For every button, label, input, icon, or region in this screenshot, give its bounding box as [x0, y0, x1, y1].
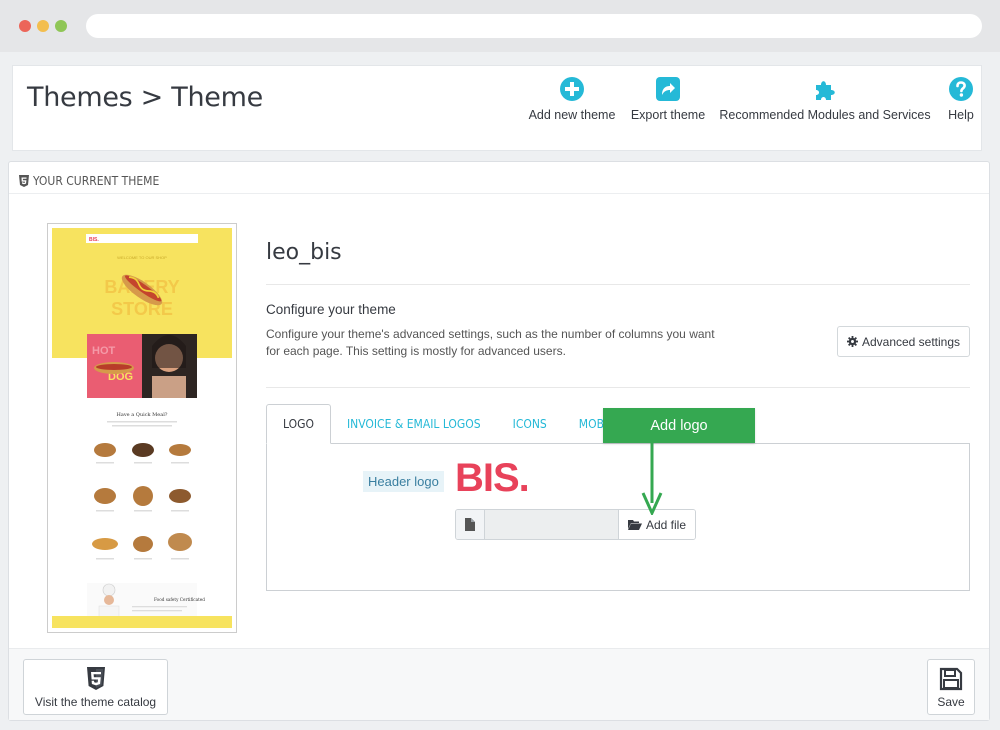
- preview-section-title: Have a Quick Meal?: [117, 412, 168, 418]
- export-theme-label: Export theme: [630, 108, 706, 122]
- preview-promo-line1: HOT: [92, 345, 116, 357]
- address-bar[interactable]: [86, 14, 982, 38]
- configure-description: Configure your theme's advanced settings…: [266, 327, 715, 358]
- advanced-settings-label: Advanced settings: [861, 334, 961, 349]
- minimize-window-dot[interactable]: [37, 20, 49, 32]
- recommended-modules-label: Recommended Modules and Services: [719, 108, 931, 122]
- arrow-down-icon: [641, 443, 663, 515]
- export-theme-button[interactable]: Export theme: [627, 76, 709, 122]
- plus-circle-icon: [560, 77, 584, 101]
- close-window-dot[interactable]: [19, 20, 31, 32]
- add-file-label: Add file: [645, 517, 687, 532]
- add-new-theme-label: Add new theme: [528, 108, 616, 122]
- tab-logo[interactable]: LOGO: [266, 404, 331, 444]
- visit-theme-catalog-label: Visit the theme catalog: [34, 695, 157, 709]
- panel-footer: Visit the theme catalog Save: [9, 648, 989, 720]
- panel-heading: YOUR CURRENT THEME: [9, 162, 989, 194]
- tab-invoice-email-logos[interactable]: INVOICE & EMAIL LOGOS: [331, 404, 497, 444]
- help-button[interactable]: Help: [941, 76, 981, 122]
- add-logo-callout: Add logo: [603, 408, 755, 443]
- file-icon: [465, 518, 475, 531]
- floppy-disk-icon: [939, 667, 963, 691]
- folder-open-icon: [627, 520, 642, 530]
- tab-icons[interactable]: ICONS: [497, 404, 563, 444]
- configure-title: Configure your theme: [266, 302, 396, 317]
- preview-footer-title: Food safety Certificated: [154, 597, 205, 602]
- logo-tabs: LOGO INVOICE & EMAIL LOGOS ICONS MOBILE: [266, 404, 636, 444]
- preview-hero-line2: STORE: [111, 299, 173, 319]
- header-logo-image: BIS.: [455, 456, 530, 500]
- html5-icon: [19, 175, 29, 187]
- divider: [266, 284, 970, 285]
- advanced-settings-button[interactable]: Advanced settings: [837, 326, 970, 357]
- browser-chrome: [0, 0, 1000, 52]
- preview-hero-small: WELCOME TO OUR SHOP: [117, 255, 167, 260]
- theme-name: leo_bis: [266, 240, 342, 265]
- save-label: Save: [937, 695, 965, 709]
- recommended-modules-button[interactable]: Recommended Modules and Services: [717, 76, 933, 122]
- panel-heading-label: YOUR CURRENT THEME: [33, 174, 160, 188]
- help-label: Help: [948, 108, 974, 122]
- share-square-icon: [656, 77, 680, 101]
- file-name-input[interactable]: [485, 510, 619, 539]
- page-title: Themes > Theme: [27, 82, 263, 113]
- puzzle-piece-icon: [816, 81, 835, 100]
- save-button[interactable]: Save: [927, 659, 975, 715]
- question-circle-icon: [949, 77, 973, 101]
- divider: [266, 387, 970, 388]
- theme-preview-image: BIS. WELCOME TO OUR SHOP BAKERY STORE HO…: [52, 228, 232, 628]
- html5-icon: [86, 667, 105, 690]
- page-header: Themes > Theme Add new theme Export them…: [12, 65, 982, 151]
- current-theme-panel: YOUR CURRENT THEME BIS. WELCOME TO OUR S…: [8, 161, 990, 721]
- add-new-theme-button[interactable]: Add new theme: [525, 76, 619, 122]
- preview-logo: BIS.: [89, 237, 99, 243]
- maximize-window-dot[interactable]: [55, 20, 67, 32]
- page: Themes > Theme Add new theme Export them…: [0, 52, 1000, 730]
- visit-theme-catalog-button[interactable]: Visit the theme catalog: [23, 659, 168, 715]
- logo-tab-content: Header logo BIS. Add file: [266, 443, 970, 591]
- header-logo-label: Header logo: [363, 471, 444, 492]
- theme-preview: BIS. WELCOME TO OUR SHOP BAKERY STORE HO…: [47, 223, 237, 633]
- gear-icon: [846, 336, 858, 347]
- file-addon: [456, 510, 485, 539]
